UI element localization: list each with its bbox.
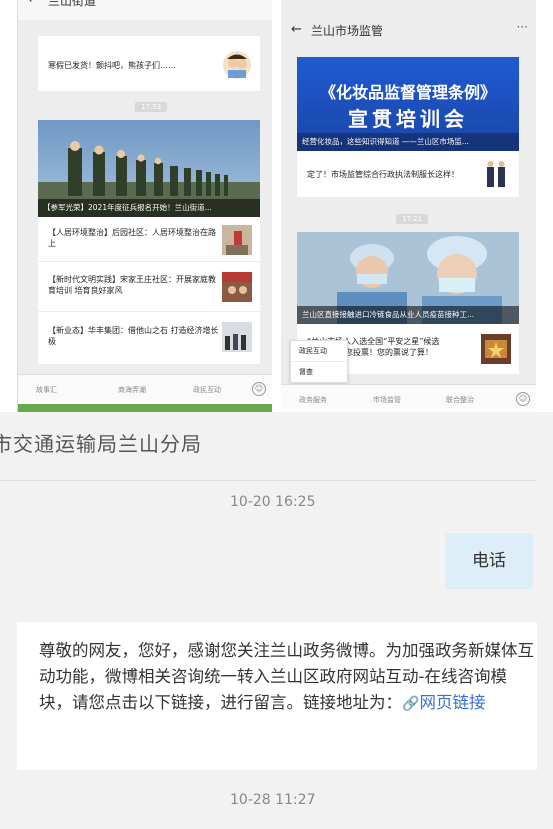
reply-message-card: 尊敬的网友，您好，感谢您关注兰山政务微博。为加强政务新媒体互动功能，微博相关咨询… [17, 622, 537, 770]
weibo-chat-panel: 市交通运输局兰山分局 10-20 16:25 电话 尊敬的网友，您好，感谢您关注… [0, 412, 553, 829]
list-item-3-thumbnail [222, 322, 252, 352]
right-time-chip: 17:21 [396, 214, 429, 224]
star-thumbnail [481, 334, 511, 364]
left-menu-item-3[interactable]: 政民互动 [193, 385, 221, 395]
kids-thumbnail [223, 51, 251, 79]
back-arrow-icon[interactable]: ← [291, 22, 302, 37]
chat-time-2: 10-28 11:27 [230, 792, 316, 808]
title-divider [0, 480, 536, 481]
web-link[interactable]: 网页链接 [419, 693, 485, 712]
left-list-item-2-text: 【新时代文明实践】宋家王庄社区：开展家庭教育培训 培育良好家风 [48, 275, 216, 295]
article-card-2[interactable]: 【参军光荣】2021年度征兵报名开始！兰山街道... 【人居环境整治】后园社区：… [38, 120, 260, 364]
vaccine-caption: 兰山区直接接触进口冷链食品从业人员疫苗接种工... [297, 306, 519, 324]
left-bottom-menu: 故事汇 商海弄潮 政民互动 ☺ [18, 374, 272, 404]
popup-item-2[interactable]: 督查 [291, 362, 347, 382]
back-arrow-icon[interactable]: ← [28, 0, 39, 7]
left-list-item-1[interactable]: 【人居环境整治】后园社区：人居环境整治在路上 [38, 217, 260, 262]
right-list-item-2-line-b: 邀您投票！您的票说了算！ [337, 348, 433, 357]
right-chat-window: ← 兰山市场监管 ··· 《化妆品监督管理条例》 宣贯培训会 经营化妆品，这些知… [281, 0, 536, 412]
list-item-1-thumbnail [222, 225, 252, 255]
banner-article-card[interactable]: 《化妆品监督管理条例》 宣贯培训会 经营化妆品，这些知识得知道 ——兰山区市场监… [297, 57, 519, 197]
left-chat-header: ← 兰山街道 ··· [18, 0, 272, 20]
article-card-1[interactable]: 寒假已发货！颤抖吧，熊孩子们…… [38, 36, 260, 91]
left-menu-item-2[interactable]: 商海弄潮 [118, 385, 146, 395]
right-menu-item-1[interactable]: 政务服务 [299, 395, 327, 405]
right-menu-item-2[interactable]: 市场监管 [373, 395, 401, 405]
green-accent-bar [18, 404, 272, 412]
left-chat-window: ← 兰山街道 ··· 寒假已发货！颤抖吧，熊孩子们…… 17:53 【参军光荣】… [17, 0, 272, 412]
left-list-item-1-text: 【人居环境整治】后园社区：人居环境整治在路上 [48, 228, 216, 248]
banner-line-1: 《化妆品监督管理条例》 [319, 83, 496, 102]
popup-item-1[interactable]: 政民互动 [291, 341, 347, 362]
chat-title: 市交通运输局兰山分局 [0, 432, 202, 456]
right-list-item-1[interactable]: 定了！市场监管综合行政执法制服长这样！ [297, 151, 519, 197]
uniform-thumbnail [481, 159, 511, 189]
left-menu-item-1[interactable]: 故事汇 [36, 385, 57, 395]
screenshot-composite: ← 兰山街道 ··· 寒假已发货！颤抖吧，熊孩子们…… 17:53 【参军光荣】… [0, 0, 553, 412]
right-chat-header: ← 兰山市场监管 ··· [281, 10, 536, 50]
right-list-item-1-text: 定了！市场监管综合行政执法制服长这样！ [307, 170, 459, 179]
keyboard-toggle-icon[interactable]: ☺ [252, 382, 266, 396]
right-bottom-menu: 政务服务 市场监管 联合整治 ☺ [281, 384, 536, 412]
left-list-item-3[interactable]: 【新业态】华丰集团：借他山之石 打造经济增长极 [38, 312, 260, 364]
more-icon[interactable]: ··· [517, 20, 528, 34]
link-icon: 🔗 [402, 696, 420, 712]
chat-time-1: 10-20 16:25 [230, 494, 316, 510]
banner-line-2: 宣贯培训会 [348, 107, 468, 131]
left-list-item-3-text: 【新业态】华丰集团：借他山之石 打造经济增长极 [48, 326, 219, 346]
keyboard-toggle-icon[interactable]: ☺ [516, 392, 530, 406]
article-card-1-text: 寒假已发货！颤抖吧，熊孩子们…… [48, 61, 176, 70]
soldiers-caption: 【参军光荣】2021年度征兵报名开始！兰山街道... [38, 199, 260, 217]
left-time-chip: 17:53 [135, 102, 168, 112]
menu-popup: 政民互动 督查 [290, 340, 348, 383]
right-chat-title: 兰山市场监管 [311, 24, 384, 38]
left-chat-title: 兰山街道 [48, 0, 97, 8]
left-list-item-2[interactable]: 【新时代文明实践】宋家王庄社区：开展家庭教育培训 培育良好家风 [38, 262, 260, 312]
right-menu-item-3[interactable]: 联合整治 [446, 395, 474, 405]
list-item-2-thumbnail [222, 272, 252, 302]
phone-message-bubble[interactable]: 电话 [445, 533, 533, 589]
more-icon[interactable]: ··· [253, 0, 264, 4]
banner-caption: 经营化妆品，这些知识得知道 ——兰山区市场监... [297, 133, 519, 151]
